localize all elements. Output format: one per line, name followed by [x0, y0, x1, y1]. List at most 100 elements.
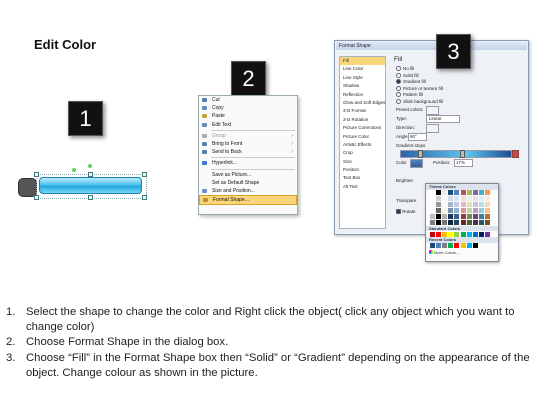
gradient-stop-handle[interactable]: [418, 150, 423, 158]
color-swatch[interactable]: [485, 220, 491, 225]
color-swatch[interactable]: [429, 208, 435, 213]
angle-input[interactable]: 90°: [408, 133, 427, 141]
color-swatch[interactable]: [460, 243, 466, 248]
menu-item[interactable]: Size and Position...: [199, 187, 297, 195]
remove-stop-icon[interactable]: [512, 150, 519, 158]
color-swatch[interactable]: [429, 220, 435, 225]
rotate-handle[interactable]: [88, 164, 92, 168]
color-swatch[interactable]: [454, 220, 460, 225]
color-swatch[interactable]: [441, 214, 447, 219]
menu-item[interactable]: Cut: [199, 96, 297, 104]
type-select[interactable]: Linear: [426, 115, 460, 123]
resize-handle[interactable]: [142, 195, 147, 200]
color-swatch[interactable]: [448, 196, 454, 201]
menu-item[interactable]: Paste: [199, 112, 297, 120]
color-swatch[interactable]: [466, 190, 472, 195]
menu-item[interactable]: Save as Picture...: [199, 171, 297, 179]
resize-handle[interactable]: [34, 172, 39, 177]
menu-item[interactable]: Copy: [199, 104, 297, 112]
dialog-nav-item[interactable]: Picture Color: [340, 133, 385, 141]
dialog-nav-item[interactable]: 3-D Format: [340, 107, 385, 115]
color-swatch[interactable]: [460, 220, 466, 225]
color-swatch[interactable]: [466, 243, 472, 248]
dialog-nav-item[interactable]: Crop: [340, 149, 385, 157]
color-swatch[interactable]: [441, 208, 447, 213]
menu-item[interactable]: Hyperlink...: [199, 159, 297, 167]
resize-handle[interactable]: [34, 195, 39, 200]
color-swatch[interactable]: [429, 196, 435, 201]
dialog-nav-item[interactable]: 3-D Rotation: [340, 116, 385, 124]
resize-handle[interactable]: [142, 172, 147, 177]
color-swatch[interactable]: [448, 214, 454, 219]
dialog-nav-item[interactable]: Alt Text: [340, 183, 385, 191]
color-swatch[interactable]: [460, 190, 466, 195]
color-swatch[interactable]: [448, 220, 454, 225]
color-swatch[interactable]: [441, 231, 447, 237]
color-swatch[interactable]: [429, 202, 435, 207]
color-swatch[interactable]: [485, 196, 491, 201]
color-swatch[interactable]: [472, 202, 478, 207]
color-swatch[interactable]: [454, 202, 460, 207]
color-swatch[interactable]: [429, 214, 435, 219]
menu-item[interactable]: Group ›: [199, 132, 297, 140]
menu-item[interactable]: Format Shape...: [199, 195, 297, 206]
color-swatch[interactable]: [485, 231, 491, 237]
color-swatch[interactable]: [472, 231, 478, 237]
dark-square-shape[interactable]: [19, 179, 36, 196]
color-swatch[interactable]: [460, 208, 466, 213]
color-swatch[interactable]: [479, 231, 485, 237]
color-swatch[interactable]: [479, 214, 485, 219]
preset-colors-button[interactable]: [426, 106, 439, 115]
color-swatch[interactable]: [479, 208, 485, 213]
fill-option-radio[interactable]: Slide background fill: [396, 99, 443, 106]
color-swatch[interactable]: [441, 196, 447, 201]
dialog-nav-item[interactable]: Line Style: [340, 74, 385, 82]
dialog-nav-item[interactable]: Size: [340, 158, 385, 166]
dialog-nav-item[interactable]: Position: [340, 166, 385, 174]
color-swatch[interactable]: [472, 243, 478, 248]
color-swatch[interactable]: [472, 208, 478, 213]
color-swatch[interactable]: [472, 196, 478, 201]
color-swatch[interactable]: [454, 196, 460, 201]
dialog-nav-item[interactable]: Picture Corrections: [340, 124, 385, 132]
color-swatch[interactable]: [435, 190, 441, 195]
color-swatch[interactable]: [435, 202, 441, 207]
color-swatch[interactable]: [466, 208, 472, 213]
color-swatch[interactable]: [460, 231, 466, 237]
resize-handle[interactable]: [88, 195, 93, 200]
color-swatch[interactable]: [485, 214, 491, 219]
color-swatch[interactable]: [435, 231, 441, 237]
color-swatch[interactable]: [479, 220, 485, 225]
direction-button[interactable]: [426, 124, 439, 133]
color-swatch[interactable]: [441, 202, 447, 207]
color-swatch[interactable]: [454, 243, 460, 248]
menu-item[interactable]: Bring to Front ›: [199, 140, 297, 148]
dialog-nav-item[interactable]: Fill: [340, 57, 385, 66]
color-swatch[interactable]: [454, 208, 460, 213]
color-swatch[interactable]: [460, 202, 466, 207]
color-swatch[interactable]: [479, 202, 485, 207]
color-swatch[interactable]: [454, 190, 460, 195]
dialog-nav-item[interactable]: Text Box: [340, 174, 385, 182]
color-swatch[interactable]: [466, 220, 472, 225]
rotate-checkbox[interactable]: Rotate: [396, 209, 416, 215]
color-swatch[interactable]: [466, 231, 472, 237]
color-swatch[interactable]: [441, 220, 447, 225]
color-swatch[interactable]: [429, 190, 435, 195]
color-swatch[interactable]: [454, 214, 460, 219]
color-swatch[interactable]: [441, 243, 447, 248]
menu-item[interactable]: Edit Text: [199, 121, 297, 129]
color-swatch[interactable]: [472, 220, 478, 225]
color-swatch[interactable]: [460, 214, 466, 219]
color-swatch[interactable]: [485, 208, 491, 213]
more-colors-item[interactable]: More Colors...: [426, 249, 498, 256]
menu-item[interactable]: Send to Back ›: [199, 148, 297, 156]
color-swatch[interactable]: [441, 190, 447, 195]
color-swatch[interactable]: [429, 243, 435, 248]
color-swatch[interactable]: [454, 231, 460, 237]
color-swatch[interactable]: [485, 202, 491, 207]
dialog-nav-item[interactable]: Line Color: [340, 65, 385, 73]
color-swatch[interactable]: [485, 190, 491, 195]
dialog-nav-item[interactable]: Artistic Effects: [340, 141, 385, 149]
color-swatch[interactable]: [435, 243, 441, 248]
